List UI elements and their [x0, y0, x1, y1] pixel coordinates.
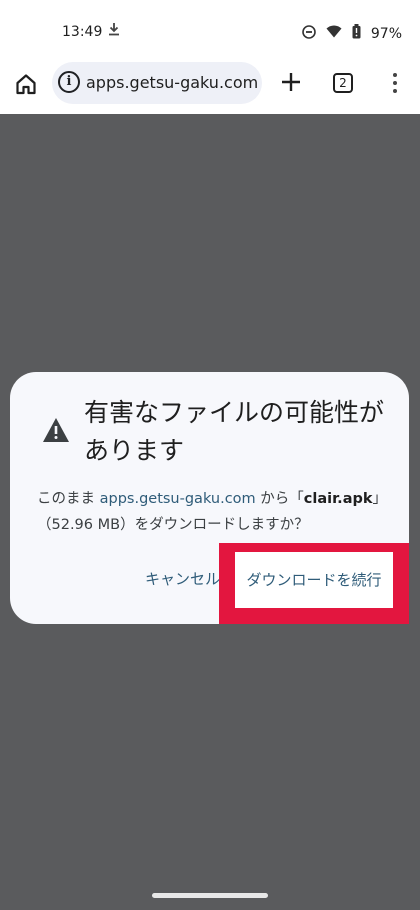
status-time: 13:49	[62, 24, 103, 40]
cancel-button[interactable]: キャンセル	[145, 568, 220, 589]
message-domain: apps.getsu-gaku.com	[99, 491, 256, 507]
browser-top-bar: 13:49 97% i apps.getsu-gaku.com 2	[0, 0, 420, 114]
status-icons: 97%	[302, 24, 402, 43]
gesture-nav-handle[interactable]	[152, 893, 268, 898]
warning-icon	[42, 417, 70, 443]
more-vert-icon[interactable]	[384, 68, 404, 98]
wifi-icon	[326, 25, 342, 42]
continue-download-button[interactable]: ダウンロードを続行	[235, 552, 393, 608]
battery-percent: 97%	[370, 25, 402, 42]
dialog-title: 有害なファイルの可能性があります	[84, 398, 385, 465]
message-file-name: clair.apk	[303, 491, 373, 507]
new-tab-button[interactable]	[278, 64, 304, 100]
message-mid: から「	[255, 491, 304, 507]
url-text[interactable]: apps.getsu-gaku.com	[86, 73, 258, 92]
address-bar[interactable]: i apps.getsu-gaku.com	[52, 62, 262, 104]
dialog-message: このまま apps.getsu-gaku.com から「clair.apk」（5…	[37, 486, 397, 538]
tab-switcher-button[interactable]: 2	[333, 73, 353, 93]
browser-toolbar: i apps.getsu-gaku.com 2	[0, 62, 420, 106]
home-icon[interactable]	[12, 70, 40, 98]
message-prefix: このまま	[37, 491, 100, 507]
do-not-disturb-icon	[302, 24, 316, 43]
battery-icon	[352, 24, 361, 43]
status-bar: 13:49 97%	[0, 0, 420, 62]
info-icon[interactable]: i	[58, 71, 80, 93]
download-icon	[108, 22, 120, 40]
